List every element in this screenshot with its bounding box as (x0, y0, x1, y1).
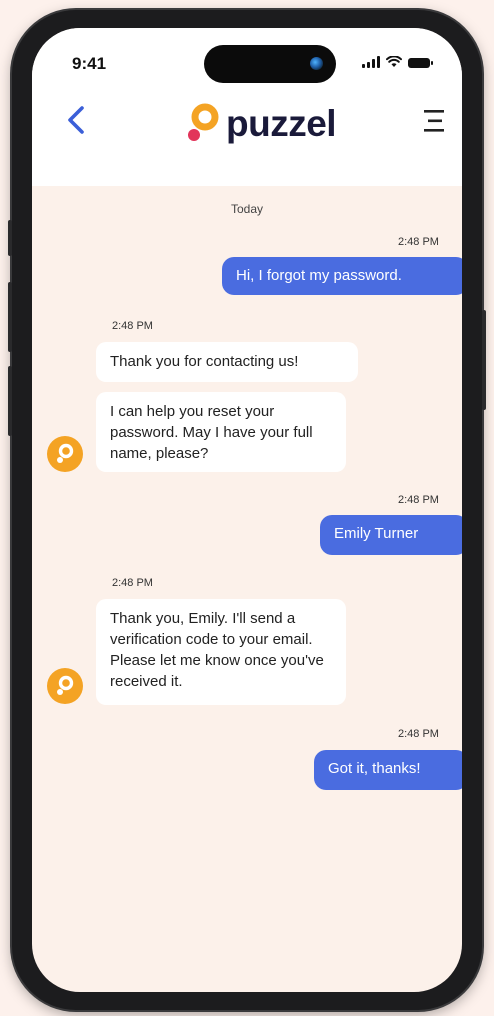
wifi-icon (386, 56, 402, 67)
camera-icon (310, 57, 323, 70)
battery-icon (408, 58, 433, 68)
puzzel-logo-icon (188, 103, 219, 141)
agent-avatar (47, 436, 83, 472)
phone-frame: 9:41 puzzel Today 2:48 PM Hi, I forgot m… (8, 10, 486, 1010)
menu-icon[interactable] (422, 108, 448, 134)
chevron-left-icon[interactable] (60, 102, 94, 138)
puzzel-logo-icon (57, 675, 74, 695)
message-timestamp: 2:48 PM (398, 728, 439, 740)
puzzel-logo-icon (57, 443, 74, 463)
volume-down-button (8, 366, 12, 436)
message-timestamp: 2:48 PM (398, 236, 439, 248)
user-message: Hi, I forgot my password. (222, 257, 462, 295)
agent-message: Thank you, Emily. I'll send a verificati… (96, 599, 346, 705)
agent-avatar (47, 668, 83, 704)
status-time: 9:41 (72, 54, 107, 73)
status-icons (362, 56, 433, 68)
brand-logo: puzzel (186, 98, 337, 150)
silent-switch (8, 220, 12, 256)
signal-icon (362, 56, 380, 68)
message-timestamp: 2:48 PM (112, 320, 153, 332)
dynamic-island (204, 45, 336, 83)
brand-name: puzzel (226, 103, 337, 144)
volume-up-button (8, 282, 12, 352)
power-button (482, 310, 486, 410)
app-header: 9:41 puzzel (32, 28, 462, 186)
agent-message: Thank you for contacting us! (96, 342, 358, 382)
message-timestamp: 2:48 PM (112, 577, 153, 589)
agent-message: I can help you reset your password. May … (96, 392, 346, 472)
phone-screen: 9:41 puzzel Today 2:48 PM Hi, I forgot m… (32, 28, 462, 992)
message-timestamp: 2:48 PM (398, 494, 439, 506)
date-divider: Today (230, 202, 264, 216)
user-message: Emily Turner (320, 515, 462, 555)
user-message: Got it, thanks! (314, 750, 462, 790)
